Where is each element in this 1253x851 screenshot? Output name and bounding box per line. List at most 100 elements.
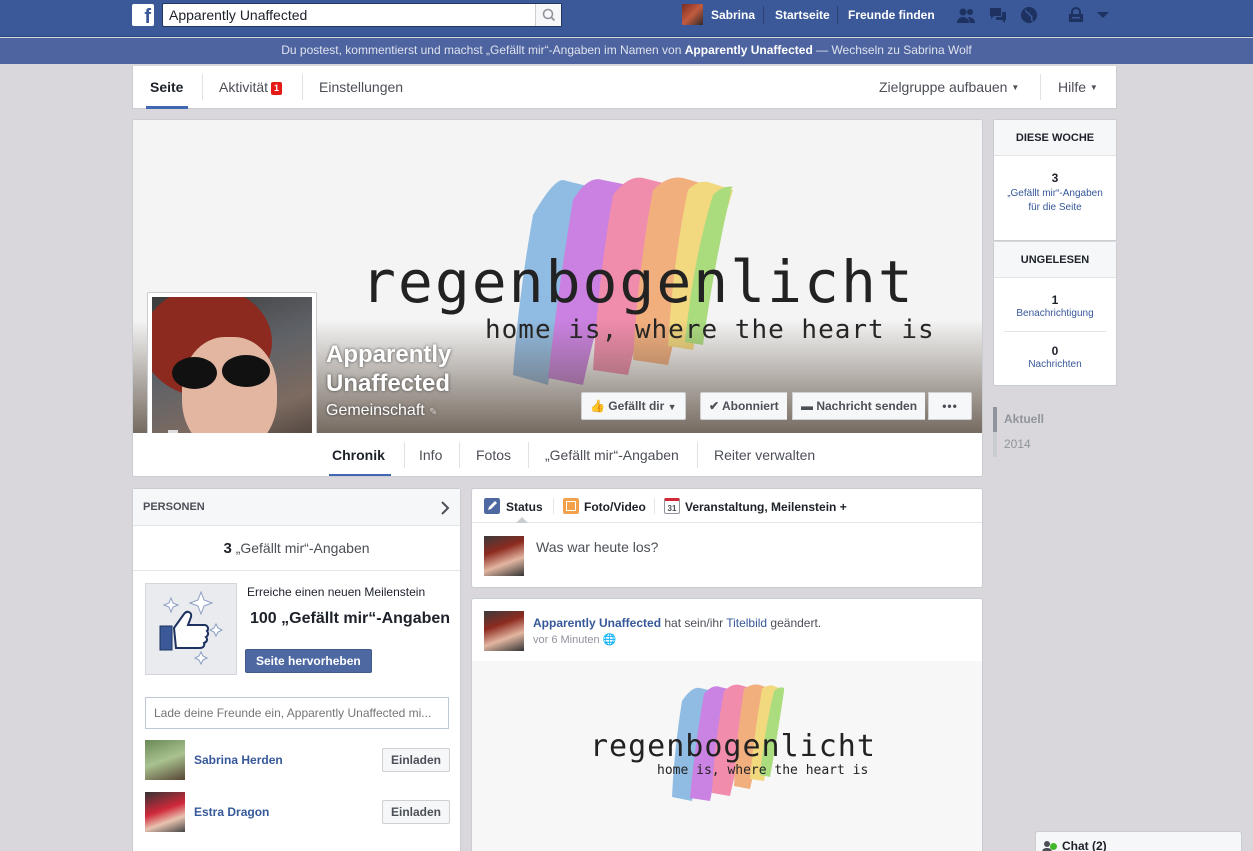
timeline-year-nav: Aktuell 2014 (993, 407, 1044, 457)
tab-activity-label: Aktivität (219, 79, 269, 95)
tab-status[interactable]: Status (506, 500, 543, 514)
find-friends-link[interactable]: Freunde finden (848, 8, 935, 22)
account-menu-chevron-down-icon[interactable] (1093, 6, 1113, 24)
tab-manage-tabs[interactable]: Reiter verwalten (714, 447, 815, 463)
story-cover-photo-image[interactable]: regenbogenlicht home is, where the heart… (472, 661, 982, 851)
timeline-item-current[interactable]: Aktuell (993, 407, 1044, 432)
tab-divider (697, 442, 698, 468)
friend-avatar[interactable] (145, 740, 185, 780)
composer-input[interactable]: Was war heute los? (536, 539, 658, 555)
active-tab-pointer (516, 517, 528, 523)
tab-divider (459, 442, 460, 468)
edit-pencil-icon[interactable]: ✎ (429, 407, 437, 418)
sunglasses-shape (222, 355, 270, 387)
like-button[interactable]: 👍 Gefällt dir ▼ (581, 392, 686, 420)
tab-page[interactable]: Seite (150, 79, 183, 95)
tab-timeline[interactable]: Chronik (332, 447, 385, 463)
search-input[interactable] (163, 4, 533, 26)
likes-count-number: 3 (223, 540, 232, 557)
tab-activity[interactable]: Aktivität 1 (219, 79, 283, 95)
notifications-globe-icon[interactable] (1019, 6, 1039, 24)
likes-summary[interactable]: 3 „Gefällt mir“-Angaben (133, 526, 460, 571)
build-audience-menu[interactable]: Zielgruppe aufbauen ▼ (879, 79, 1019, 95)
people-header[interactable]: PERSONEN (133, 489, 460, 526)
tab-settings[interactable]: Einstellungen (319, 79, 403, 95)
page-header-card: regenbogenlicht home is, where the heart… (132, 119, 983, 477)
send-message-label: Nachricht senden (816, 399, 918, 413)
tab-divider (1040, 74, 1041, 100)
page-category[interactable]: Gemeinschaft ✎ (326, 402, 438, 420)
tab-divider (302, 74, 303, 100)
friend-suggestion-row: Sabrina Herden Einladen (145, 740, 450, 780)
notifications-count: 1 (1051, 293, 1059, 307)
messages-icon[interactable] (988, 6, 1008, 24)
messages-link[interactable]: Nachrichten (994, 358, 1116, 372)
thumbs-up-icon: 👍 (590, 399, 605, 413)
chat-tab[interactable]: Chat (2) (1035, 831, 1242, 851)
likes-count-label: „Gefällt mir“-Angaben (231, 540, 370, 556)
pencil-status-icon (484, 498, 500, 514)
invite-button[interactable]: Einladen (381, 800, 450, 824)
timeline-tabs: Chronik Info Fotos „Gefällt mir“-Angaben… (133, 433, 982, 476)
search-button[interactable] (535, 4, 561, 26)
tab-divider (553, 498, 554, 514)
friend-requests-icon[interactable] (956, 6, 976, 24)
privacy-shortcuts-icon[interactable] (1066, 6, 1086, 24)
tab-event-milestone[interactable]: Veranstaltung, Meilenstein + (685, 500, 847, 514)
this-week-likes-link[interactable]: „Gefällt mir“-Angaben für die Seite (994, 185, 1116, 215)
checkmark-icon: ✔ (709, 399, 720, 413)
story-headline: Apparently Unaffected hat sein/ihr Titel… (533, 616, 821, 630)
subscribed-button[interactable]: ✔ Abonniert (700, 392, 787, 420)
friend-avatar[interactable] (145, 792, 185, 832)
profile-link[interactable]: Sabrina (711, 8, 755, 22)
divider (1004, 331, 1106, 332)
friend-name[interactable]: Sabrina Herden (194, 753, 283, 767)
send-message-button[interactable]: ▬ Nachricht senden (792, 392, 926, 420)
cover-brand-text: regenbogenlicht (361, 248, 915, 316)
sunglasses-shape (172, 357, 217, 389)
invite-friends-input[interactable] (145, 697, 449, 729)
story-author-link[interactable]: Apparently Unaffected (533, 616, 661, 630)
search-icon (542, 8, 556, 22)
friend-name[interactable]: Estra Dragon (194, 805, 269, 819)
chevron-right-icon[interactable] (440, 501, 450, 515)
help-menu[interactable]: Hilfe ▼ (1058, 79, 1098, 95)
cover-photo-link[interactable]: Titelbild (726, 616, 767, 630)
invite-button[interactable]: Einladen (381, 748, 450, 772)
page-title[interactable]: Apparently Unaffected (326, 340, 451, 398)
tab-info[interactable]: Info (419, 447, 442, 463)
home-link[interactable]: Startseite (775, 8, 830, 22)
chevron-down-icon: ▼ (667, 402, 677, 412)
top-bar: f Sabrina Startseite Freunde finden (0, 0, 1253, 37)
story-brand-text: regenbogenlicht (590, 729, 876, 764)
this-week-count: 3 (1051, 171, 1059, 185)
milestone-title: Erreiche einen neuen Meilenstein (247, 585, 426, 599)
admin-nav-bar: Seite Aktivität 1 Einstellungen Zielgrupp… (132, 66, 1117, 109)
story-timestamp[interactable]: vor 6 Minuten 🌐 (533, 633, 616, 646)
search-box (162, 3, 562, 27)
messages-count: 0 (1051, 344, 1059, 358)
notifications-link[interactable]: Benachrichtigung (994, 307, 1116, 321)
subscribed-button-label: Abonniert (721, 399, 779, 413)
more-options-button[interactable]: ••• (928, 392, 972, 420)
nav-divider (763, 6, 764, 24)
unread-title: UNGELESEN (994, 242, 1116, 278)
timeline-item-2014[interactable]: 2014 (993, 432, 1044, 457)
tab-photos[interactable]: Fotos (476, 447, 511, 463)
tab-photo-video[interactable]: Foto/Video (584, 500, 646, 514)
user-avatar[interactable] (682, 4, 703, 25)
friend-suggestion-row: Estra Dragon Einladen (145, 792, 450, 832)
like-button-label: Gefällt dir (608, 399, 665, 413)
composer-avatar (484, 536, 524, 576)
milestone-value: 100 „Gefällt mir“-Angaben (250, 610, 451, 627)
facebook-logo-icon[interactable]: f (132, 4, 154, 26)
post-composer: Status Foto/Video 31 Veranstaltung, Meil… (471, 488, 983, 588)
globe-icon: 🌐 (602, 634, 617, 646)
activity-count-badge: 1 (271, 82, 283, 95)
online-status-dot (1050, 843, 1057, 850)
tab-likes[interactable]: „Gefällt mir“-Angaben (545, 447, 679, 463)
story-action-suffix: geändert. (767, 616, 822, 630)
switch-account-link[interactable]: — Wechseln zu Sabrina Wolf (813, 43, 972, 57)
promote-page-button[interactable]: Seite hervorheben (245, 649, 372, 673)
story-author-avatar[interactable] (484, 611, 524, 651)
